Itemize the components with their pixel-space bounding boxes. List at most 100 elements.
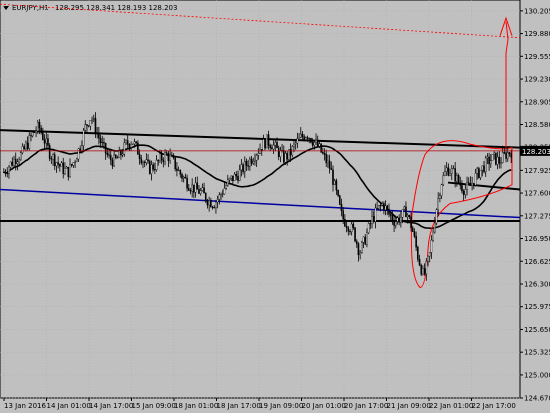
candle-body <box>276 142 278 149</box>
candle-body <box>340 204 343 212</box>
candle-body <box>439 195 441 199</box>
candle-body <box>14 158 17 164</box>
candle-body <box>316 139 319 147</box>
candle-body <box>328 160 331 169</box>
candle-body <box>467 182 470 184</box>
candle-body <box>493 152 495 155</box>
y-tick-label: 130.205 <box>524 7 550 15</box>
candle-body <box>389 214 392 216</box>
candle-body <box>60 162 63 167</box>
candle-body <box>82 130 85 146</box>
candle-body <box>126 140 129 145</box>
y-tick-label: 125.650 <box>524 326 550 334</box>
candle-body <box>109 154 112 161</box>
candle-body <box>474 173 477 186</box>
candle-body <box>386 205 389 210</box>
candle-body <box>420 264 423 275</box>
candle-body <box>169 154 171 161</box>
candle-body <box>422 268 424 275</box>
candle-body <box>11 161 14 166</box>
candle-body <box>391 215 394 222</box>
candle-body <box>201 187 204 191</box>
candle-body <box>400 217 402 223</box>
y-tick-label: 127.600 <box>524 190 550 198</box>
candle-body <box>506 152 509 159</box>
candle-body <box>277 147 280 157</box>
candle-body <box>142 161 144 164</box>
candle-body <box>179 170 182 175</box>
candle-body <box>323 153 326 155</box>
candle-body <box>196 182 199 190</box>
candle-body <box>221 193 224 195</box>
candle-body <box>496 156 499 165</box>
candle-body <box>28 135 31 149</box>
candle-body <box>162 159 165 162</box>
candle-body <box>415 236 417 248</box>
candle-body <box>454 168 456 182</box>
x-tick-label: 14 Jan 17:00 <box>89 402 133 410</box>
candle-body <box>43 139 46 144</box>
price-chart[interactable]: EURJPY,H1 128.295 128.341 128.193 128.20… <box>0 0 550 413</box>
x-tick-label: 18 Jan 17:00 <box>217 402 261 410</box>
candle-body <box>264 139 266 149</box>
candle-body <box>423 268 426 275</box>
candle-body <box>57 162 59 165</box>
candle-body <box>3 171 5 173</box>
candle-body <box>306 137 309 139</box>
candle-body <box>301 133 304 137</box>
y-tick-label: 125.000 <box>524 371 550 379</box>
candle-body <box>135 141 137 144</box>
candle-body <box>394 221 397 226</box>
candle-body <box>466 182 468 190</box>
candle-body <box>484 157 487 173</box>
candle-body <box>203 187 205 194</box>
candle-body <box>106 152 109 155</box>
candle-body <box>227 179 229 186</box>
candle-body <box>383 203 385 211</box>
chart-window[interactable]: EURJPY,H1 128.295 128.341 128.193 128.20… <box>0 0 550 413</box>
candle-body <box>159 153 161 161</box>
candles[interactable] <box>3 112 512 281</box>
candle-body <box>145 159 148 163</box>
candle-body <box>254 160 256 162</box>
x-tick-label: 20 Jan 01:00 <box>302 402 346 410</box>
y-tick-label: 125.325 <box>524 349 550 357</box>
candle-body <box>198 189 200 194</box>
candle-body <box>165 152 168 154</box>
candle-body <box>59 164 61 167</box>
candle-body <box>313 141 316 146</box>
candle-body <box>233 174 236 182</box>
candle-body <box>150 164 153 174</box>
candle-body <box>450 168 453 174</box>
candle-body <box>218 194 221 200</box>
candle-body <box>186 177 188 189</box>
candle-body <box>31 132 34 137</box>
current-price-label: 128.203 <box>522 148 550 156</box>
candle-body <box>357 243 360 256</box>
candle-body <box>194 182 197 193</box>
candle-body <box>87 125 90 127</box>
candle-body <box>26 142 29 149</box>
candle-body <box>167 153 170 161</box>
candle-body <box>245 161 248 166</box>
x-tick-label: 22 Jan 01:00 <box>429 402 473 410</box>
candle-body <box>322 151 324 154</box>
candle-body <box>471 183 473 186</box>
candle-body <box>505 152 507 159</box>
candle-body <box>130 144 132 148</box>
candle-body <box>269 145 272 148</box>
candle-body <box>42 132 44 140</box>
candle-body <box>464 189 467 195</box>
candle-body <box>442 175 445 185</box>
candle-body <box>469 182 472 186</box>
candle-body <box>70 164 73 166</box>
candle-body <box>473 183 475 186</box>
candle-body <box>154 169 156 171</box>
candle-body <box>148 160 151 174</box>
candle-body <box>257 153 260 156</box>
y-tick-label: 125.975 <box>524 303 550 311</box>
candle-body <box>174 157 177 170</box>
candle-body <box>325 154 328 164</box>
candle-body <box>115 154 117 159</box>
axis-labels: 130.205 129.880 129.555 129.230 128.905 128.5… <box>3 7 550 410</box>
